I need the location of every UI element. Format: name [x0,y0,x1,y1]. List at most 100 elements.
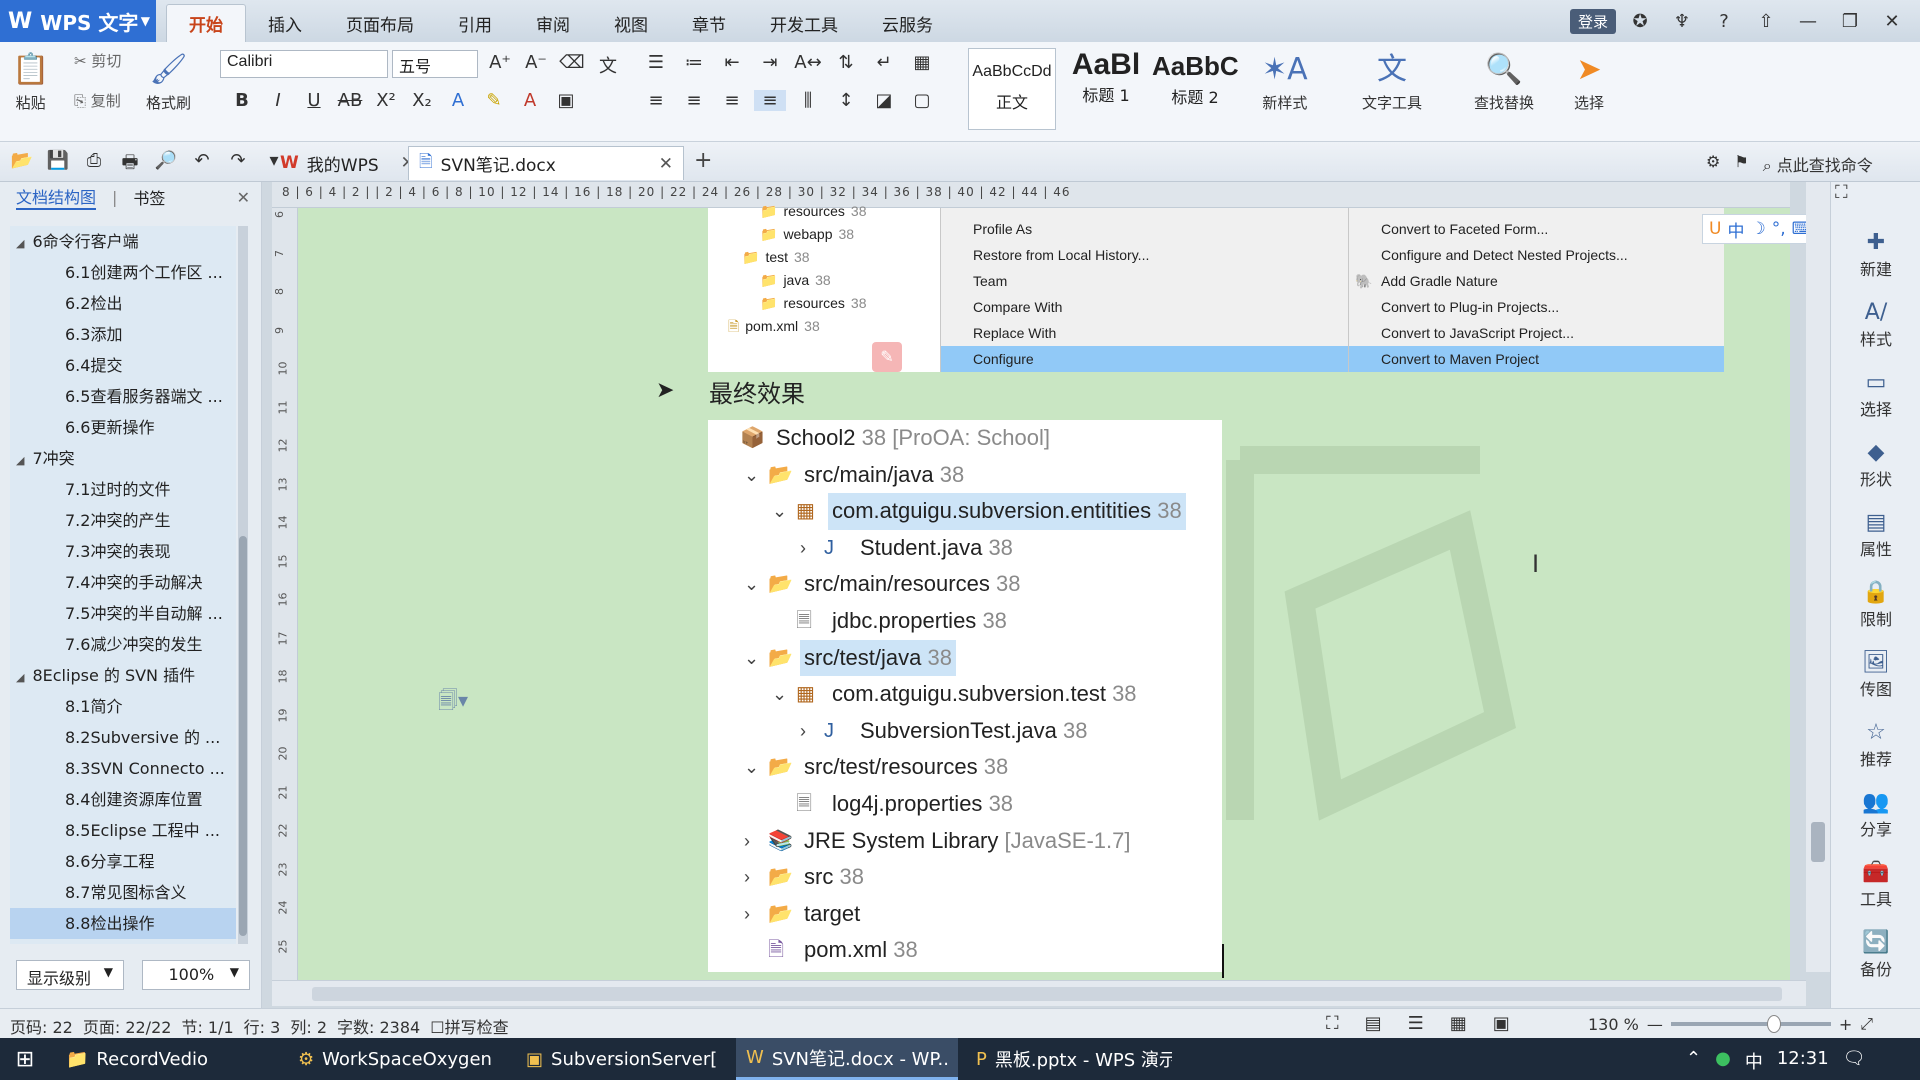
tab-my-wps[interactable]: W 我的WPS ✕ [270,146,425,180]
outline-item[interactable]: 8.1简介 [10,691,236,722]
export-pdf-icon[interactable]: ⎙ [78,150,110,180]
outline-item[interactable]: ◢ 7冲突 [10,443,236,474]
tree-node[interactable]: ⌄ 📂 src/main/java 38 [708,457,1222,494]
web-view-icon[interactable]: ▦ [1450,1013,1467,1034]
italic-icon[interactable]: I [262,90,294,111]
sidebar-item[interactable]: ✚ 新建 [1831,222,1920,292]
tree-node[interactable]: ⌄ ▦ com.atguigu.subversion.test 38 [708,676,1222,713]
menu-item[interactable]: Compare With› [941,294,1380,320]
chevron-down-icon[interactable]: ⌄ [744,749,759,786]
status-words[interactable]: 字数: 2384 [337,1014,420,1038]
zoom-slider[interactable] [1670,1015,1831,1033]
hscroll-thumb[interactable] [312,987,1782,1001]
outdent-icon[interactable]: ⇤ [716,52,748,73]
outline-view-icon[interactable]: ☰ [1408,1013,1424,1034]
ribbon-tab[interactable]: 章节 [670,4,748,42]
reading-mode-icon[interactable]: ▣ [1493,1013,1510,1034]
tree-node[interactable]: ⌄ 📂 src/main/resources 38 [708,566,1222,603]
spell-check-toggle[interactable]: ☐拼写检查 [430,1014,508,1038]
help-icon[interactable]: ? [1706,11,1742,32]
sidebar-item[interactable]: 👥 分享 [1831,782,1920,852]
tree-node[interactable]: 📁 java 38 [728,269,938,292]
user-login-button[interactable]: 登录 [1569,8,1616,34]
format-painter-button[interactable]: 🖌 格式刷 [146,48,191,113]
outline-item[interactable]: 7.6减少冲突的发生 [10,629,236,660]
text-effect-icon[interactable]: A [442,90,474,111]
tree-node[interactable]: 📁 test 38 [728,246,938,269]
paste-button[interactable]: 📋 粘贴 [12,48,49,113]
style-heading2[interactable]: AaBbC 标题 2 [1152,48,1238,130]
tree-node[interactable]: › 📚 JRE System Library [JavaSE-1.7] [708,823,1222,860]
sidebar-item[interactable]: 🔒 限制 [1831,572,1920,642]
font-color-icon[interactable]: A [514,90,546,111]
close-tab-icon[interactable]: ✕ [659,154,673,174]
outline-item[interactable]: 8.4创建资源库位置 [10,784,236,815]
skin-icon[interactable]: ✪ [1622,11,1658,32]
clear-format-icon[interactable]: ⌫ [556,52,588,78]
zoom-level[interactable]: 130 % [1588,1015,1639,1034]
chevron-right-icon[interactable]: › [800,713,806,750]
tree-node[interactable]: 🗏 log4j.properties 38 [708,786,1222,823]
tree-node[interactable]: 📁 webapp 38 [728,223,938,246]
underline-icon[interactable]: U [298,90,330,111]
submenu-item[interactable]: Convert to Plug-in Projects... [1349,294,1724,320]
tree-node[interactable]: › 📂 src 38 [708,859,1222,896]
style-normal[interactable]: AaBbCcDd 正文 [968,48,1056,130]
new-style-button[interactable]: ✶A 新样式 [1262,48,1308,113]
outline-item[interactable]: 6.1创建两个工作区 ... [10,257,236,288]
outline-item[interactable]: 7.5冲突的半自动解 ... [10,598,236,629]
taskbar-item[interactable]: ⚙ WorkSpaceOxygen ... [288,1038,508,1080]
chevron-down-icon[interactable]: ⌄ [744,566,759,603]
chevron-down-icon[interactable]: ⌄ [744,457,759,494]
grow-font-icon[interactable]: A⁺ [484,52,516,78]
superscript-icon[interactable]: X² [370,90,402,111]
edit-pic-icon[interactable]: ✎ [872,342,902,372]
zoom-in-icon[interactable]: + [1839,1015,1852,1034]
undo-icon[interactable]: ↶ [186,150,218,180]
outline-item[interactable]: 8.5Eclipse 工程中 ... [10,815,236,846]
pane-toggle-icon[interactable]: ⛶ [1835,182,1915,212]
restore-icon[interactable]: ❐ [1832,11,1868,32]
chevron-down-icon[interactable]: ⌄ [744,640,759,677]
align-right-icon[interactable]: ≡ [716,90,748,111]
style-heading1[interactable]: AaBl 标题 1 [1060,48,1152,130]
menu-item[interactable]: Restore from Local History... [941,242,1380,268]
tree-node[interactable]: › J Student.java 38 [708,530,1222,567]
justify-icon[interactable]: ≡ [754,90,786,111]
sidebar-item[interactable]: A/样式 [1831,292,1920,362]
submenu-item[interactable]: Convert to Maven Project [1349,346,1724,372]
page-view-icon[interactable]: ▤ [1365,1013,1382,1034]
tree-node[interactable]: 📁 resources 38 [728,292,938,315]
sidebar-item[interactable]: ☆ 推荐 [1831,712,1920,782]
vertical-ruler[interactable]: 6 7 8 9 10 11 12 13 14 15 16 17 18 19 20 21 22 23 24 25 [272,208,298,980]
ribbon-tab[interactable]: 引用 [436,4,514,42]
sidebar-item[interactable]: 🖼 传图 [1831,642,1920,712]
chevron-down-icon[interactable]: ⌄ [772,493,787,530]
fit-icon[interactable]: ⤢ [1860,1014,1873,1034]
outline-item[interactable]: 6.3添加 [10,319,236,350]
notification-icon[interactable]: 🗨 [1843,1048,1866,1074]
outline-item[interactable]: 7.2冲突的产生 [10,505,236,536]
app-menu-button[interactable]: W WPS 文字 ▼ [0,0,156,42]
submenu-item[interactable]: Convert to Faceted Form... [1349,216,1724,242]
show-marks-icon[interactable]: ↵ [868,52,900,73]
align-left-icon[interactable]: ≡ [640,90,672,111]
close-pane-icon[interactable]: ✕ [237,188,250,207]
tray-ime[interactable]: 中 [1745,1048,1763,1074]
paste-options-icon[interactable]: 🗐▾ [438,686,468,720]
expand-triangle-icon[interactable]: ◢ [16,454,24,467]
sidebar-item[interactable]: ▤ 属性 [1831,502,1920,572]
sidebar-item[interactable]: 🔄 备份 [1831,922,1920,992]
find-replace-button[interactable]: 🔍 查找替换 [1474,48,1534,113]
tree-node[interactable]: ⌄ ▦ com.atguigu.subversion.entitities 38 [708,493,1222,530]
tab-bookmarks[interactable]: 书签 [133,185,165,209]
table-icon[interactable]: ▦ [906,52,938,73]
phonetic-icon[interactable]: 文 [592,52,624,78]
submenu-item[interactable]: Convert to JavaScript Project... [1349,320,1724,346]
redo-icon[interactable]: ↷ [222,150,254,180]
taskbar-item[interactable]: 📁 RecordVedio [56,1038,280,1080]
ribbon-tab[interactable]: 视图 [592,4,670,42]
tree-node[interactable]: 📁 resources 38 [728,200,938,223]
outline-item[interactable]: 8.3SVN Connecto ... [10,753,236,784]
ribbon-tab[interactable]: 审阅 [514,4,592,42]
